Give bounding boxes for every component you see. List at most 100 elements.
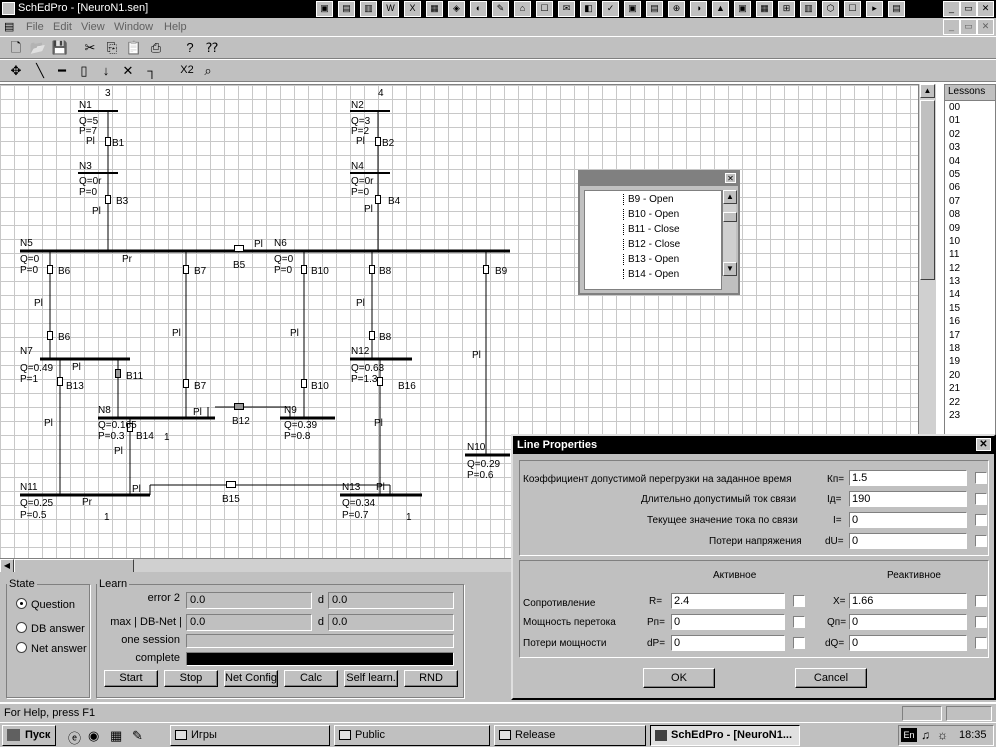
doc-close-button[interactable]: ✕ bbox=[977, 19, 994, 35]
self-learn-button[interactable]: Self learn. bbox=[344, 670, 398, 687]
paste-icon[interactable]: 📋 bbox=[124, 39, 144, 57]
office-shortcut-icon[interactable]: ⬡ bbox=[822, 1, 839, 17]
app-icon[interactable] bbox=[2, 2, 15, 15]
lesson-item[interactable]: 02 bbox=[945, 128, 995, 141]
switch-b8-lower[interactable] bbox=[369, 331, 375, 340]
lesson-item[interactable]: 15 bbox=[945, 302, 995, 315]
radio-question[interactable]: Question bbox=[16, 598, 75, 611]
switch-b3[interactable] bbox=[105, 195, 111, 204]
overload-coef-input[interactable]: 1.5 bbox=[849, 470, 967, 486]
scroll-up-icon[interactable]: ▲ bbox=[723, 190, 737, 204]
office-shortcut-icon[interactable]: ◑ bbox=[690, 1, 707, 17]
scroll-left-icon[interactable]: ◀ bbox=[0, 559, 14, 573]
office-shortcut-icon[interactable]: ▤ bbox=[888, 1, 905, 17]
office-shortcut-icon[interactable]: ▥ bbox=[800, 1, 817, 17]
lesson-item[interactable]: 14 bbox=[945, 288, 995, 301]
error-d-field[interactable]: 0.0 bbox=[328, 592, 454, 609]
radio-net-answer[interactable]: Net answer bbox=[16, 642, 87, 655]
switch-b5[interactable] bbox=[234, 245, 244, 252]
lesson-item[interactable]: 08 bbox=[945, 208, 995, 221]
task-games[interactable]: Игры bbox=[170, 725, 330, 746]
close-icon[interactable]: ✕ bbox=[976, 438, 991, 451]
office-shortcut-icon[interactable]: ▥ bbox=[360, 1, 377, 17]
office-shortcut-icon[interactable]: ◧ bbox=[580, 1, 597, 17]
office-shortcut-icon[interactable]: ✉ bbox=[558, 1, 575, 17]
net-config-button[interactable]: Net Config bbox=[224, 670, 278, 687]
lesson-item[interactable]: 16 bbox=[945, 315, 995, 328]
branch-list[interactable]: B9 - Open B10 - Open B11 - Close B12 - C… bbox=[584, 190, 722, 290]
cut-icon[interactable]: ✂ bbox=[80, 39, 100, 57]
office-shortcut-icon[interactable]: ▣ bbox=[734, 1, 751, 17]
office-shortcut-icon[interactable]: ▣ bbox=[624, 1, 641, 17]
radio-db-answer[interactable]: DB answer bbox=[16, 622, 85, 635]
switch-b8[interactable] bbox=[369, 265, 375, 274]
help-icon[interactable]: ? bbox=[180, 39, 200, 57]
context-help-icon[interactable]: ⁇ bbox=[202, 39, 222, 57]
allowed-current-input[interactable]: 190 bbox=[849, 491, 967, 507]
rnd-button[interactable]: RND bbox=[404, 670, 458, 687]
switch-b10-lower[interactable] bbox=[301, 379, 307, 388]
task-schedpro[interactable]: SchEdPro - [NeuroN1... bbox=[650, 725, 800, 746]
office-shortcut-icon[interactable]: W bbox=[382, 1, 399, 17]
save-icon[interactable]: 💾 bbox=[50, 39, 70, 57]
menu-help[interactable]: Help bbox=[164, 21, 187, 33]
doc-restore-button[interactable]: ▭ bbox=[960, 19, 977, 35]
switch-b12[interactable] bbox=[234, 403, 244, 410]
list-item[interactable]: B10 - Open bbox=[623, 209, 679, 220]
scroll-thumb[interactable] bbox=[723, 212, 737, 222]
lesson-item[interactable]: 00 bbox=[945, 101, 995, 114]
lesson-item[interactable]: 10 bbox=[945, 235, 995, 248]
lesson-item[interactable]: 17 bbox=[945, 329, 995, 342]
load-tool-icon[interactable]: ↓ bbox=[96, 62, 116, 80]
lesson-item[interactable]: 11 bbox=[945, 248, 995, 261]
line-tool-icon[interactable]: ╲ bbox=[30, 62, 50, 80]
stop-button[interactable]: Stop bbox=[164, 670, 218, 687]
office-shortcut-icon[interactable]: ◐ bbox=[470, 1, 487, 17]
menu-edit[interactable]: Edit bbox=[53, 21, 72, 33]
office-shortcut-icon[interactable]: ▤ bbox=[646, 1, 663, 17]
lesson-item[interactable]: 13 bbox=[945, 275, 995, 288]
switch-b7-lower[interactable] bbox=[183, 379, 189, 388]
office-shortcut-icon[interactable]: ▤ bbox=[338, 1, 355, 17]
branch-list-caption[interactable]: ✕ bbox=[580, 172, 738, 186]
reactive-flow-input[interactable]: 0 bbox=[849, 614, 967, 630]
lesson-item[interactable]: 07 bbox=[945, 195, 995, 208]
lesson-item[interactable]: 21 bbox=[945, 382, 995, 395]
checkbox[interactable] bbox=[793, 595, 805, 607]
keyboard-layout-icon[interactable]: En bbox=[901, 728, 917, 742]
office-shortcut-icon[interactable]: ▦ bbox=[756, 1, 773, 17]
move-icon[interactable]: ✥ bbox=[6, 62, 26, 80]
bus-tool-icon[interactable]: ━ bbox=[52, 62, 72, 80]
calc-button[interactable]: Calc bbox=[284, 670, 338, 687]
scroll-up-icon[interactable]: ▲ bbox=[920, 84, 935, 98]
active-loss-input[interactable]: 0 bbox=[671, 635, 785, 651]
checkbox[interactable] bbox=[793, 616, 805, 628]
quicklaunch-ie-icon[interactable]: ⓔ bbox=[68, 728, 81, 747]
switch-tool-icon[interactable]: ▯ bbox=[74, 62, 94, 80]
office-shortcut-icon[interactable]: ✓ bbox=[602, 1, 619, 17]
zoom-icon[interactable]: ⌕ bbox=[198, 62, 218, 80]
corner-tool-icon[interactable]: ┐ bbox=[142, 62, 162, 80]
voltage-loss-input[interactable]: 0 bbox=[849, 533, 967, 549]
switch-b6-lower[interactable] bbox=[47, 331, 53, 340]
cancel-button[interactable]: Cancel bbox=[795, 668, 867, 688]
error-field[interactable]: 0.0 bbox=[186, 592, 312, 609]
maxdb-field[interactable]: 0.0 bbox=[186, 614, 312, 631]
menu-window[interactable]: Window bbox=[114, 21, 153, 33]
checkbox[interactable] bbox=[975, 514, 987, 526]
lesson-item[interactable]: 01 bbox=[945, 114, 995, 127]
taskbar-quick-icon[interactable]: ▣ bbox=[316, 1, 333, 17]
radio-icon[interactable] bbox=[16, 642, 27, 653]
lesson-item[interactable]: 20 bbox=[945, 369, 995, 382]
list-item[interactable]: B13 - Open bbox=[623, 254, 679, 265]
switch-b11[interactable] bbox=[115, 369, 121, 378]
switch-b7[interactable] bbox=[183, 265, 189, 274]
zoom-x2-button[interactable]: X2 bbox=[176, 62, 198, 80]
office-shortcut-icon[interactable]: ✎ bbox=[492, 1, 509, 17]
current-input[interactable]: 0 bbox=[849, 512, 967, 528]
office-shortcut-icon[interactable]: ⊕ bbox=[668, 1, 685, 17]
radio-icon[interactable] bbox=[16, 622, 27, 633]
quicklaunch-edit-icon[interactable]: ✎ bbox=[132, 728, 143, 744]
menu-file[interactable]: File bbox=[26, 21, 44, 33]
office-shortcut-icon[interactable]: X bbox=[404, 1, 421, 17]
